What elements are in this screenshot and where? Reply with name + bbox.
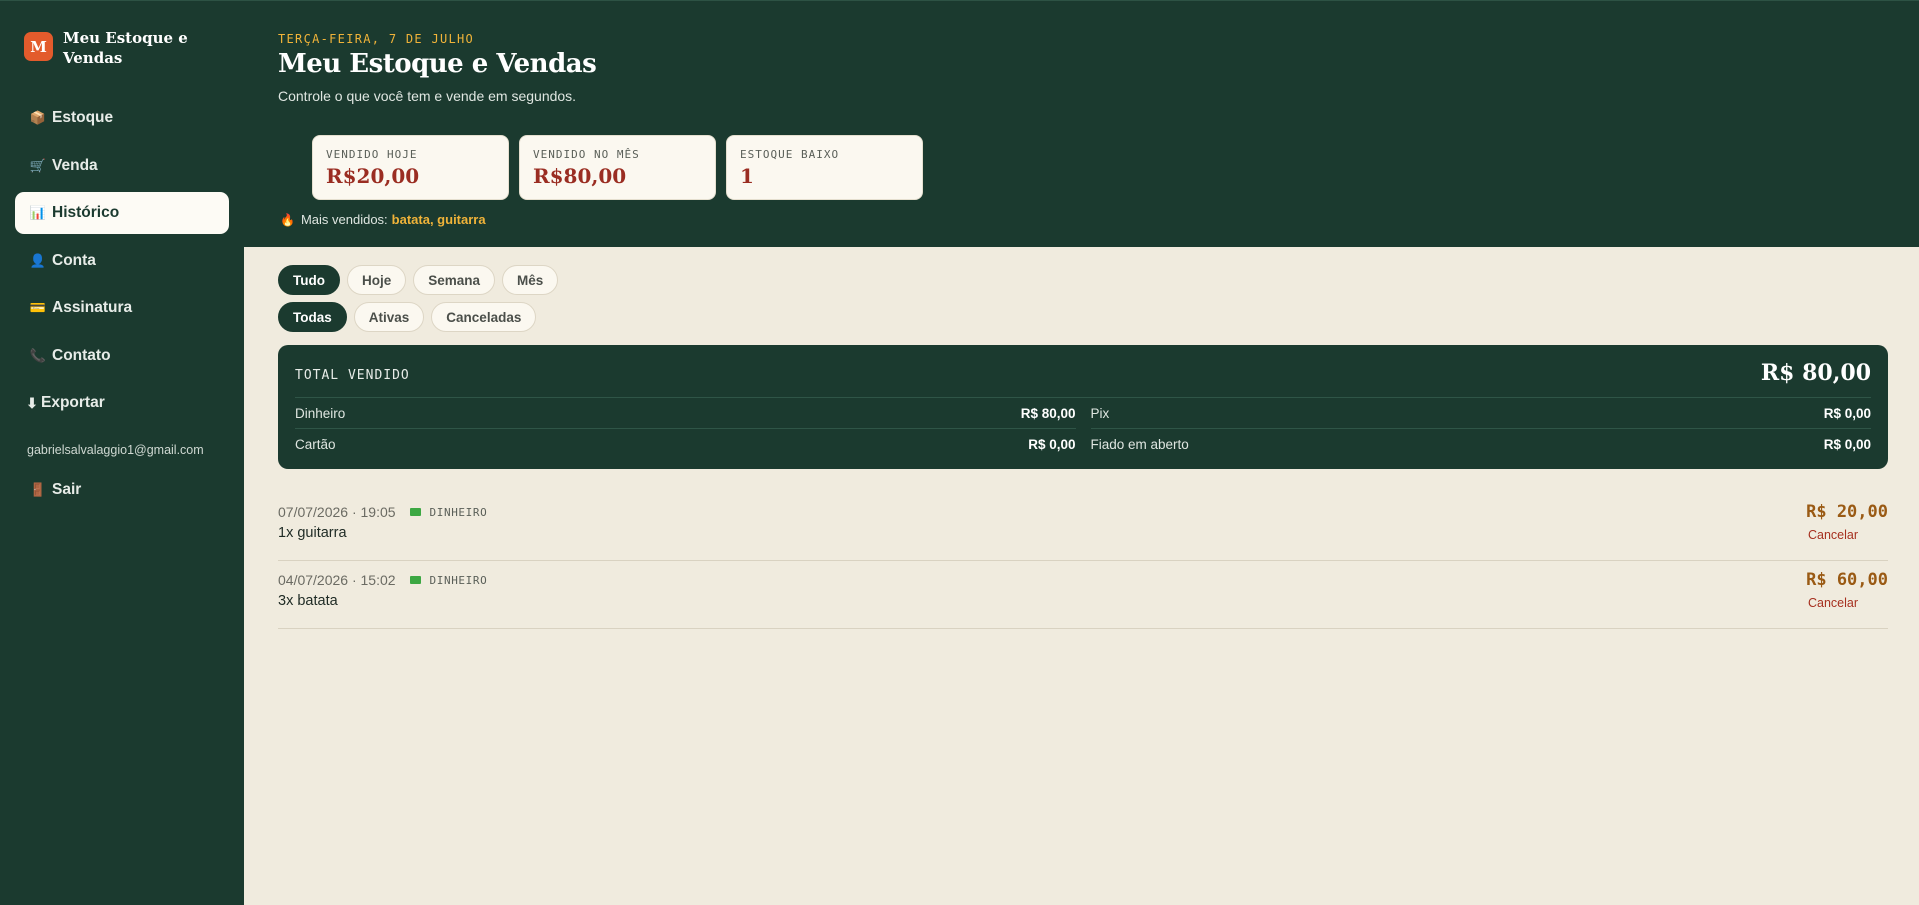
sidebar-item-estoque[interactable]: 📦 Estoque — [15, 97, 229, 139]
stat-value: 1 — [740, 164, 754, 188]
export-button[interactable]: ⬇ Exportar — [15, 382, 229, 424]
sale-meta: 07/07/2026 · 19:05 DINHEIRO — [278, 504, 487, 520]
stat-card-sold-today: VENDIDO HOJE R$20,00 — [312, 135, 509, 200]
payment-value: R$ 0,00 — [1823, 437, 1871, 452]
fire-icon: 🔥 — [280, 212, 295, 227]
cash-icon — [409, 508, 421, 516]
stat-card-low-stock: ESTOQUE BAIXO 1 — [726, 135, 923, 200]
sidebar-item-label: Estoque — [52, 109, 114, 126]
payment-label: Fiado em aberto — [1090, 437, 1189, 452]
sale-meta: 04/07/2026 · 15:02 DINHEIRO — [278, 572, 487, 588]
payment-label: Dinheiro — [295, 405, 346, 421]
phone-icon: 📞 — [29, 347, 47, 363]
box-icon: 📦 — [29, 110, 47, 125]
stat-card-sold-month: VENDIDO NO MÊS R$80,00 — [519, 135, 716, 200]
filter-mes[interactable]: Mês — [502, 265, 559, 295]
brand-name: Meu Estoque e Vendas — [63, 29, 188, 67]
payment-row-dinheiro: Dinheiro R$ 80,00 — [295, 398, 1076, 429]
stat-value: R$80,00 — [533, 164, 627, 188]
cancel-sale-button[interactable]: Cancelar — [1808, 596, 1858, 610]
sale-row: 04/07/2026 · 15:02 DINHEIRO 3x batata R$… — [278, 561, 1888, 629]
bestsellers-items: batata, guitarra — [391, 212, 486, 227]
bestsellers-label: Mais vendidos: — [300, 212, 388, 227]
cancel-sale-button[interactable]: Cancelar — [1808, 528, 1858, 542]
sale-method: DINHEIRO — [429, 505, 488, 519]
sale-method: DINHEIRO — [429, 573, 488, 587]
status-filter: Todas Ativas Canceladas — [278, 302, 543, 332]
cash-icon — [409, 576, 421, 584]
sale-datetime: 04/07/2026 · 15:02 — [278, 572, 396, 588]
sale-datetime: 07/07/2026 · 19:05 — [278, 504, 396, 520]
sale-amount: R$ 20,00 — [1806, 502, 1888, 522]
period-filter: Tudo Hoje Semana Mês — [278, 265, 565, 295]
filter-hoje[interactable]: Hoje — [346, 265, 407, 295]
user-email: gabrielsalvalaggio1@gmail.com — [27, 443, 204, 457]
filter-ativas[interactable]: Ativas — [353, 302, 425, 332]
sidebar-item-conta[interactable]: 👤 Conta — [15, 240, 229, 282]
sidebar-nav: 📦 Estoque 🛒 Venda 📊 Histórico 👤 Conta 💳 … — [15, 97, 229, 430]
sidebar-item-label: Conta — [52, 251, 96, 269]
payment-row-pix: Pix R$ 0,00 — [1090, 398, 1871, 429]
stat-label: ESTOQUE BAIXO — [740, 148, 840, 161]
sidebar-item-contato[interactable]: 📞 Contato — [15, 335, 229, 377]
export-label: Exportar — [41, 394, 105, 411]
sidebar-item-historico[interactable]: 📊 Histórico — [15, 192, 229, 234]
sidebar-item-venda[interactable]: 🛒 Venda — [15, 145, 229, 187]
sale-amount: R$ 60,00 — [1806, 570, 1888, 590]
stat-label: VENDIDO HOJE — [326, 148, 418, 161]
payment-value: R$ 80,00 — [1020, 405, 1076, 421]
summary-total: R$ 80,00 — [1760, 359, 1871, 386]
page-subtitle: Controle o que você tem e vende em segun… — [278, 88, 577, 104]
stat-value: R$20,00 — [326, 164, 420, 188]
current-date: TERÇA-FEIRA, 7 DE JULHO — [278, 32, 475, 46]
payment-label: Cartão — [295, 437, 336, 452]
sidebar-item-label: Contato — [52, 346, 111, 364]
sidebar-item-assinatura[interactable]: 💳 Assinatura — [15, 287, 229, 329]
logout-container: 🚪 Sair — [15, 469, 229, 517]
sale-items: 3x batata — [278, 593, 338, 609]
payment-row-cartao: Cartão R$ 0,00 — [295, 429, 1076, 460]
payment-breakdown: Dinheiro R$ 80,00 Pix R$ 0,00 Cartão R$ … — [295, 398, 1871, 460]
filter-canceladas[interactable]: Canceladas — [431, 302, 537, 332]
summary-header: TOTAL VENDIDO R$ 80,00 — [295, 345, 1871, 398]
payment-value: R$ 0,00 — [1823, 405, 1871, 421]
page-header: TERÇA-FEIRA, 7 DE JULHO Meu Estoque e Ve… — [244, 0, 1919, 247]
logout-label: Sair — [52, 481, 82, 498]
credit-card-icon: 💳 — [29, 300, 47, 315]
sale-items: 1x guitarra — [278, 525, 347, 541]
filter-tudo[interactable]: Tudo — [278, 265, 340, 295]
download-icon: ⬇ — [26, 394, 38, 411]
cart-icon: 🛒 — [29, 157, 47, 173]
brand[interactable]: M Meu Estoque e Vendas — [24, 28, 203, 68]
sidebar-item-label: Histórico — [52, 204, 120, 221]
logout-button[interactable]: 🚪 Sair — [15, 469, 229, 511]
chart-icon: 📊 — [29, 205, 47, 220]
sidebar-item-label: Assinatura — [52, 299, 133, 316]
payment-row-fiado: Fiado em aberto R$ 0,00 — [1091, 429, 1872, 460]
summary-label: TOTAL VENDIDO — [295, 368, 410, 383]
sidebar-item-label: Venda — [52, 156, 98, 174]
user-icon: 👤 — [29, 252, 47, 268]
door-icon: 🚪 — [29, 482, 47, 497]
page-title: Meu Estoque e Vendas — [278, 49, 597, 79]
filter-semana[interactable]: Semana — [413, 265, 496, 295]
bestsellers: 🔥 Mais vendidos: batata, guitarra — [280, 212, 486, 227]
sales-summary: TOTAL VENDIDO R$ 80,00 Dinheiro R$ 80,00… — [278, 345, 1888, 469]
sale-row: 07/07/2026 · 19:05 DINHEIRO 1x guitarra … — [278, 493, 1888, 561]
filter-todas[interactable]: Todas — [278, 302, 347, 332]
brand-logo: M — [24, 32, 53, 61]
sidebar: M Meu Estoque e Vendas 📦 Estoque 🛒 Venda… — [0, 0, 244, 905]
payment-label: Pix — [1090, 405, 1110, 421]
payment-value: R$ 0,00 — [1028, 437, 1076, 452]
stat-label: VENDIDO NO MÊS — [533, 148, 640, 161]
